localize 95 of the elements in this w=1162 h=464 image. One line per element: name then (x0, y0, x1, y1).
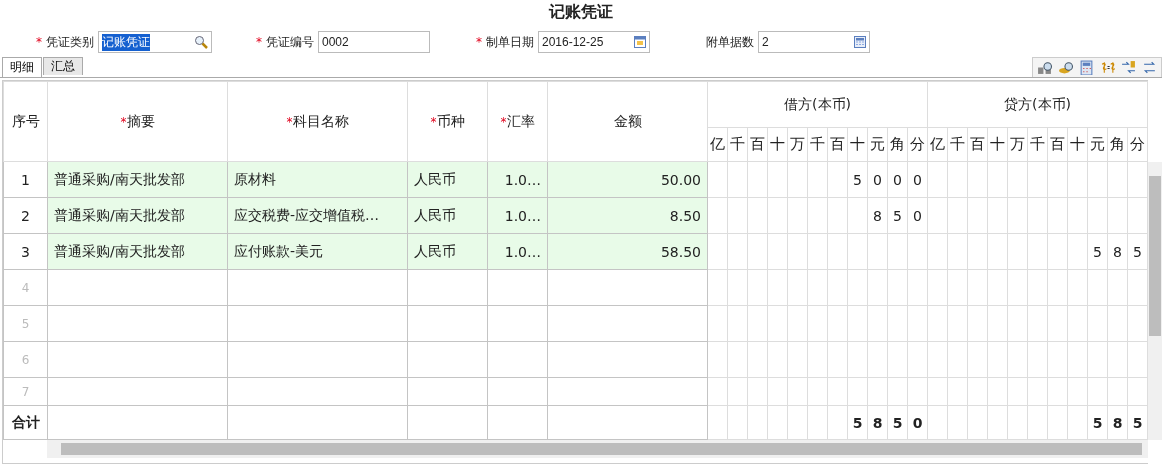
row-number: 3 (3, 233, 48, 270)
input-field[interactable]: 2 (758, 31, 870, 53)
table-cell: 普通采购/南天批发部 (47, 161, 228, 198)
table-cell: 原材料 (227, 161, 408, 198)
table-cell: 普通采购/南天批发部 (47, 197, 228, 234)
column-header: *摘要 (47, 81, 228, 162)
unit-header: 亿 (707, 127, 728, 162)
unit-header: 角 (1107, 127, 1128, 162)
row-number: 4 (3, 269, 48, 306)
calculator-icon[interactable] (854, 36, 866, 48)
unit-header: 千 (807, 127, 828, 162)
unit-header: 十 (847, 127, 868, 162)
table-cell: 应交税费-应交增值税… (227, 197, 408, 234)
vertical-scrollbar[interactable] (1148, 162, 1162, 440)
digit-cell: 5 (1127, 233, 1148, 270)
tab[interactable]: 汇总 (43, 57, 83, 75)
unit-header: 十 (987, 127, 1008, 162)
unit-header: 亿 (927, 127, 948, 162)
unit-header: 十 (1067, 127, 1088, 162)
unit-header: 元 (1087, 127, 1108, 162)
amount-cell: 50.00 (547, 161, 708, 198)
required-mark: * (256, 35, 262, 49)
digit-cell: 8 (867, 405, 888, 440)
digit-cell: 5 (1087, 233, 1108, 270)
column-header: *汇率 (487, 81, 548, 162)
field-label: 制单日期 (486, 33, 534, 51)
digit-cell: 5 (847, 405, 868, 440)
digit-cell: 0 (907, 197, 928, 234)
digit-cell: 8 (1107, 233, 1128, 270)
tab[interactable]: 明细 (2, 57, 42, 77)
digit-cell: 0 (867, 161, 888, 198)
row-number: 1 (3, 161, 48, 198)
calendar-icon[interactable] (634, 36, 646, 48)
digit-cell: 5 (1127, 405, 1148, 440)
coins-magnifier-icon[interactable] (1058, 60, 1073, 75)
voucher-title: 记账凭证 (547, 1, 614, 23)
amount-cell: 8.50 (547, 197, 708, 234)
digit-cell: 5 (887, 405, 908, 440)
digit-cell: 5 (887, 197, 908, 234)
table-cell: 人民币 (407, 161, 488, 198)
row-number: 2 (3, 197, 48, 234)
row-number: 7 (3, 377, 48, 406)
column-header: *币种 (407, 81, 488, 162)
unit-header: 百 (967, 127, 988, 162)
unit-header: 千 (1027, 127, 1048, 162)
row-number: 6 (3, 341, 48, 378)
table-cell: 应付账款-美元 (227, 233, 408, 270)
calculator-icon[interactable] (1079, 60, 1094, 75)
amount-cell: 58.50 (547, 233, 708, 270)
unit-header: 分 (1127, 127, 1148, 162)
table-cell: 人民币 (407, 197, 488, 234)
unit-header: 万 (1007, 127, 1028, 162)
field-label: 凭证编号 (266, 33, 314, 51)
table-cell: 普通采购/南天批发部 (47, 233, 228, 270)
transfer-arrows-icon[interactable] (1121, 60, 1136, 75)
unit-header: 万 (787, 127, 808, 162)
digit-cell: 0 (907, 161, 928, 198)
field-label: 凭证类别 (46, 33, 94, 51)
column-group-header: 贷方(本币) (927, 81, 1148, 128)
column-header: 金额 (547, 81, 708, 162)
required-mark: * (476, 35, 482, 49)
unit-header: 角 (887, 127, 908, 162)
unit-header: 千 (727, 127, 748, 162)
unit-header: 元 (867, 127, 888, 162)
required-mark: * (36, 35, 42, 49)
unit-header: 十 (767, 127, 788, 162)
digit-cell: 5 (847, 161, 868, 198)
digit-cell: 8 (867, 197, 888, 234)
binoculars-icon[interactable] (1037, 60, 1052, 75)
digit-cell: 0 (907, 405, 928, 440)
row-number: 5 (3, 305, 48, 342)
digit-cell: 8 (1107, 405, 1128, 440)
table-cell: 1.0… (487, 197, 548, 234)
unit-header: 千 (947, 127, 968, 162)
table-cell: 人民币 (407, 233, 488, 270)
column-header: 序号 (3, 81, 48, 162)
search-icon[interactable] (194, 35, 208, 49)
swap-arrows-icon[interactable] (1142, 60, 1157, 75)
unit-header: 百 (747, 127, 768, 162)
table-cell: 1.0… (487, 233, 548, 270)
digit-cell: 0 (887, 161, 908, 198)
unit-header: 百 (1047, 127, 1068, 162)
dollar-equals-icon[interactable] (1100, 60, 1115, 75)
column-group-header: 借方(本币) (707, 81, 928, 128)
table-cell: 1.0… (487, 161, 548, 198)
total-label: 合计 (3, 405, 48, 440)
unit-header: 百 (827, 127, 848, 162)
input-field[interactable]: 2016-12-25 (538, 31, 650, 53)
unit-header: 分 (907, 127, 928, 162)
digit-cell: 5 (1087, 405, 1108, 440)
field-label: 附单据数 (706, 33, 754, 51)
input-field[interactable]: 0002 (318, 31, 430, 53)
input-field[interactable]: 记账凭证 (98, 31, 212, 53)
horizontal-scrollbar[interactable] (47, 440, 1148, 458)
column-header: *科目名称 (227, 81, 408, 162)
